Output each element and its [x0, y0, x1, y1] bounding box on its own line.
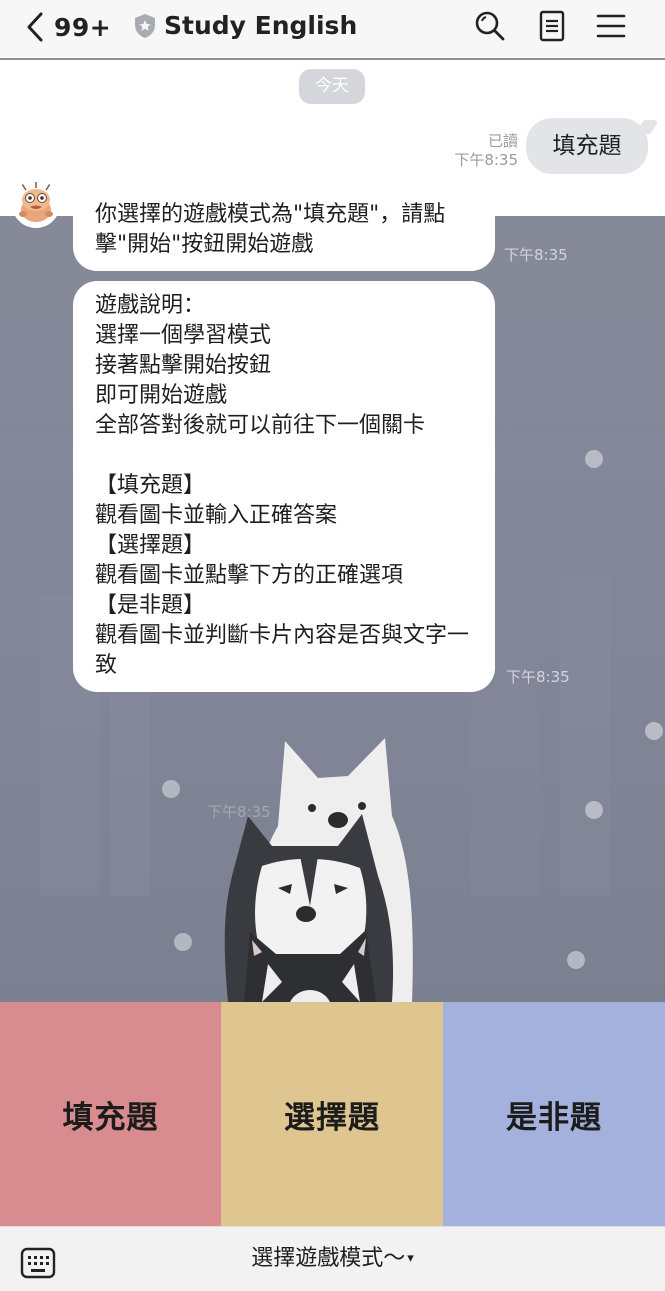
bottom-bar: 選擇遊戲模式～ ▾	[0, 1226, 665, 1291]
shield-icon	[135, 14, 155, 38]
message-time: 下午8:35	[506, 668, 570, 686]
notes-button[interactable]	[534, 8, 570, 44]
outgoing-message-bubble[interactable]: 填充題	[526, 118, 648, 174]
search-icon	[475, 11, 505, 41]
rich-menu: 填充題 選擇題 是非題	[0, 1002, 665, 1226]
chat-area[interactable]: 今天 已讀 下午8:35 填充題 你選擇的遊戲模式為"填充題"，請點擊"開始"按…	[0, 60, 665, 1002]
message-time: 下午8:35	[207, 803, 271, 821]
incoming-message-bubble[interactable]: 遊戲說明： 選擇一個學習模式 接著點擊開始按鈕 即可開始遊戲 全部答對後就可以前…	[73, 281, 495, 692]
unread-count: 99+	[54, 12, 112, 42]
keyboard-icon[interactable]	[20, 1247, 56, 1279]
rich-menu-toggle[interactable]: 選擇遊戲模式～ ▾	[200, 1241, 465, 1277]
incoming-message-bubble[interactable]: 你選擇的遊戲模式為"填充題"，請點擊"開始"按鈕開始遊戲	[73, 187, 495, 271]
chevron-left-icon	[27, 12, 43, 42]
menu-icon	[596, 14, 626, 38]
date-separator: 今天	[299, 69, 365, 104]
message-time: 下午8:35	[454, 151, 518, 169]
bot-avatar-image	[12, 180, 60, 228]
note-icon	[539, 10, 565, 42]
bot-avatar[interactable]	[12, 180, 60, 228]
caret-down-icon: ▾	[407, 1251, 414, 1266]
chat-header: 99+ Study English	[0, 0, 665, 60]
search-button[interactable]	[472, 8, 508, 44]
rich-menu-label: 選擇遊戲模式～	[251, 1246, 406, 1271]
read-receipt: 已讀	[487, 132, 518, 150]
true-false-button[interactable]: 是非題	[443, 1002, 665, 1226]
back-button[interactable]: 99+	[24, 9, 114, 45]
message-meta: 已讀 下午8:35	[448, 132, 518, 170]
message-time: 下午8:35	[504, 246, 568, 264]
chat-title: Study English	[164, 11, 358, 40]
menu-button[interactable]	[593, 8, 629, 44]
multiple-choice-button[interactable]: 選擇題	[221, 1002, 443, 1226]
fill-in-blank-button[interactable]: 填充題	[0, 1002, 221, 1226]
